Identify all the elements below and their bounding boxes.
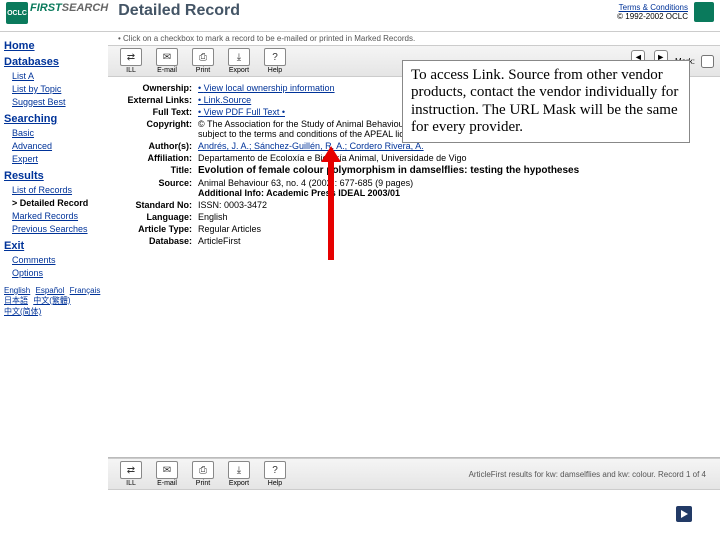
- ownership-label: Ownership:: [118, 83, 198, 93]
- database-label: Database:: [118, 236, 198, 246]
- database-value: ArticleFirst: [198, 236, 710, 246]
- arttype-value: Regular Articles: [198, 224, 710, 234]
- email-icon: ✉: [156, 48, 178, 66]
- extlinks-label: External Links:: [118, 95, 198, 105]
- nav-databases[interactable]: Databases: [4, 56, 104, 68]
- arrow-annotation-icon: [328, 160, 334, 260]
- print-icon: ⎙: [192, 48, 214, 66]
- hint-text: Click on a checkbox to mark a record to …: [108, 32, 720, 45]
- sidebar-item-basic[interactable]: Basic: [12, 127, 104, 140]
- ill-button[interactable]: ⇄ILL: [114, 48, 148, 74]
- nav-searching[interactable]: Searching: [4, 113, 104, 125]
- title-label: Title:: [118, 165, 198, 175]
- copyright-label: Copyright:: [118, 119, 198, 129]
- email-icon: ✉: [156, 461, 178, 479]
- affiliation-value: Departamento de Ecoloxía e Bioloxía Anim…: [198, 153, 710, 163]
- sidebar-item-marked[interactable]: Marked Records: [12, 210, 104, 223]
- language-label: Language:: [118, 212, 198, 222]
- logo: OCLC FIRSTSEARCH: [6, 2, 108, 24]
- arttype-label: Article Type:: [118, 224, 198, 234]
- sidebar-item-list-topic[interactable]: List by Topic: [12, 83, 104, 96]
- export-icon: ⤓: [228, 48, 250, 66]
- sidebar-item-detailed-record[interactable]: > Detailed Record: [12, 197, 104, 210]
- help-button-bottom[interactable]: ?Help: [258, 461, 292, 487]
- affiliation-label: Affiliation:: [118, 153, 198, 163]
- logo-text-search: SEARCH: [62, 2, 108, 14]
- help-button[interactable]: ?Help: [258, 48, 292, 74]
- sidebar: Home Databases List A List by Topic Sugg…: [0, 32, 108, 540]
- sidebar-item-expert[interactable]: Expert: [12, 153, 104, 166]
- print-icon: ⎙: [192, 461, 214, 479]
- lang-fr[interactable]: Français: [70, 286, 101, 295]
- source-value: Animal Behaviour 63, no. 4 (2002): 677-6…: [198, 178, 413, 188]
- pdf-fulltext-link[interactable]: View PDF Full Text •: [198, 107, 285, 117]
- sidebar-item-list-a[interactable]: List A: [12, 70, 104, 83]
- logo-mark: OCLC: [6, 2, 28, 24]
- addinfo-value: Additional Info: Academic Press IDEAL 20…: [198, 188, 400, 198]
- instruction-callout: To access Link. Source from other vendor…: [402, 60, 690, 143]
- fulltext-label: Full Text:: [118, 107, 198, 117]
- ill-icon: ⇄: [120, 461, 142, 479]
- sidebar-item-options[interactable]: Options: [12, 267, 104, 280]
- print-button[interactable]: ⎙Print: [186, 48, 220, 74]
- lang-en[interactable]: English: [4, 286, 30, 295]
- results-status: ArticleFirst results for kw: damselflies…: [461, 466, 714, 483]
- export-button-bottom[interactable]: ⤓Export: [222, 461, 256, 487]
- nav-home[interactable]: Home: [4, 40, 104, 52]
- oclc-logo-icon: [694, 2, 714, 22]
- copyright-text: © 1992-2002 OCLC: [617, 12, 688, 21]
- nav-exit[interactable]: Exit: [4, 240, 104, 252]
- language-value: English: [198, 212, 710, 222]
- print-button-bottom[interactable]: ⎙Print: [186, 461, 220, 487]
- email-button[interactable]: ✉E-mail: [150, 48, 184, 74]
- lang-zh-t[interactable]: 中文(繁體): [33, 296, 70, 305]
- email-button-bottom[interactable]: ✉E-mail: [150, 461, 184, 487]
- sidebar-item-suggest[interactable]: Suggest Best: [12, 96, 104, 109]
- stdno-value: ISSN: 0003-3472: [198, 200, 710, 210]
- authors-label: Author(s):: [118, 141, 198, 151]
- sidebar-item-list-records[interactable]: List of Records: [12, 184, 104, 197]
- ill-icon: ⇄: [120, 48, 142, 66]
- lang-ja[interactable]: 日本語: [4, 296, 28, 305]
- terms-link[interactable]: Terms & Conditions: [617, 3, 688, 12]
- sidebar-item-comments[interactable]: Comments: [12, 254, 104, 267]
- authors-value[interactable]: Andrés, J. A.; Sánchez-Guillén, R. A.; C…: [198, 141, 424, 151]
- linksource-link[interactable]: Link.Source: [198, 95, 251, 105]
- play-button[interactable]: [676, 506, 692, 522]
- lang-zh-s[interactable]: 中文(简体): [4, 307, 41, 316]
- export-icon: ⤓: [228, 461, 250, 479]
- ill-button-bottom[interactable]: ⇄ILL: [114, 461, 148, 487]
- stdno-label: Standard No:: [118, 200, 198, 210]
- help-icon: ?: [264, 461, 286, 479]
- lang-es[interactable]: Español: [35, 286, 64, 295]
- nav-results[interactable]: Results: [4, 170, 104, 182]
- toolbar-bottom: ⇄ILL ✉E-mail ⎙Print ⤓Export ?Help Articl…: [108, 458, 720, 490]
- help-icon: ?: [264, 48, 286, 66]
- ownership-link[interactable]: View local ownership information: [198, 83, 335, 93]
- logo-text-first: FIRST: [30, 2, 62, 14]
- source-label: Source:: [118, 178, 198, 188]
- sidebar-item-advanced[interactable]: Advanced: [12, 140, 104, 153]
- page-title: Detailed Record: [118, 2, 240, 20]
- mark-checkbox[interactable]: [701, 55, 714, 68]
- export-button[interactable]: ⤓Export: [222, 48, 256, 74]
- title-value: Evolution of female colour polymorphism …: [198, 165, 710, 176]
- language-switcher: English Español Français 日本語 中文(繁體) 中文(简…: [4, 286, 104, 317]
- sidebar-item-previous[interactable]: Previous Searches: [12, 223, 104, 236]
